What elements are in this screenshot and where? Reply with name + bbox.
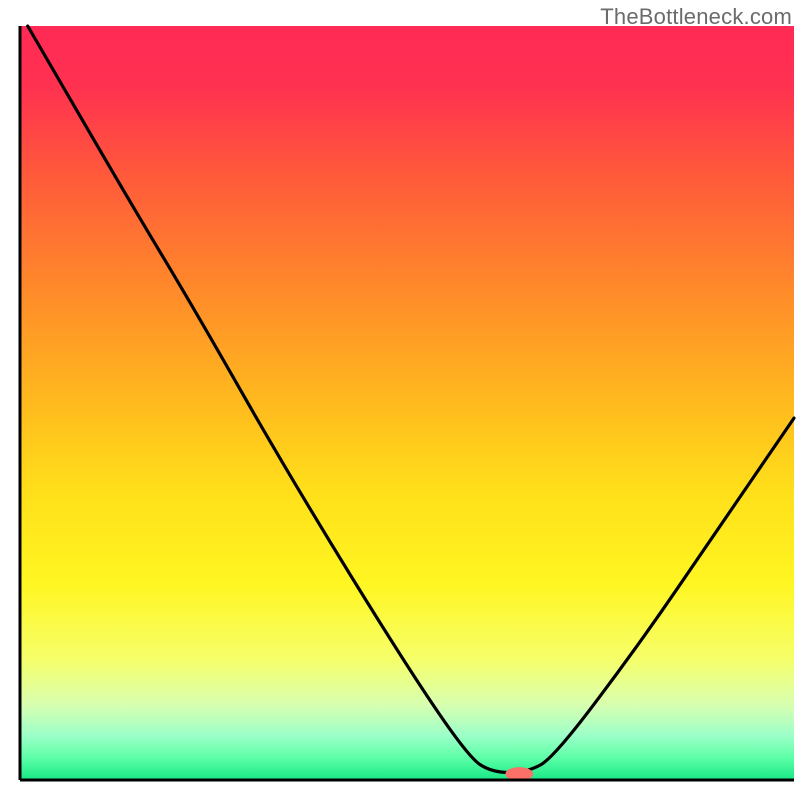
bottleneck-chart: TheBottleneck.com: [0, 0, 800, 800]
plot-area: [20, 26, 794, 781]
chart-svg: [0, 0, 800, 800]
watermark-label: TheBottleneck.com: [600, 4, 792, 30]
